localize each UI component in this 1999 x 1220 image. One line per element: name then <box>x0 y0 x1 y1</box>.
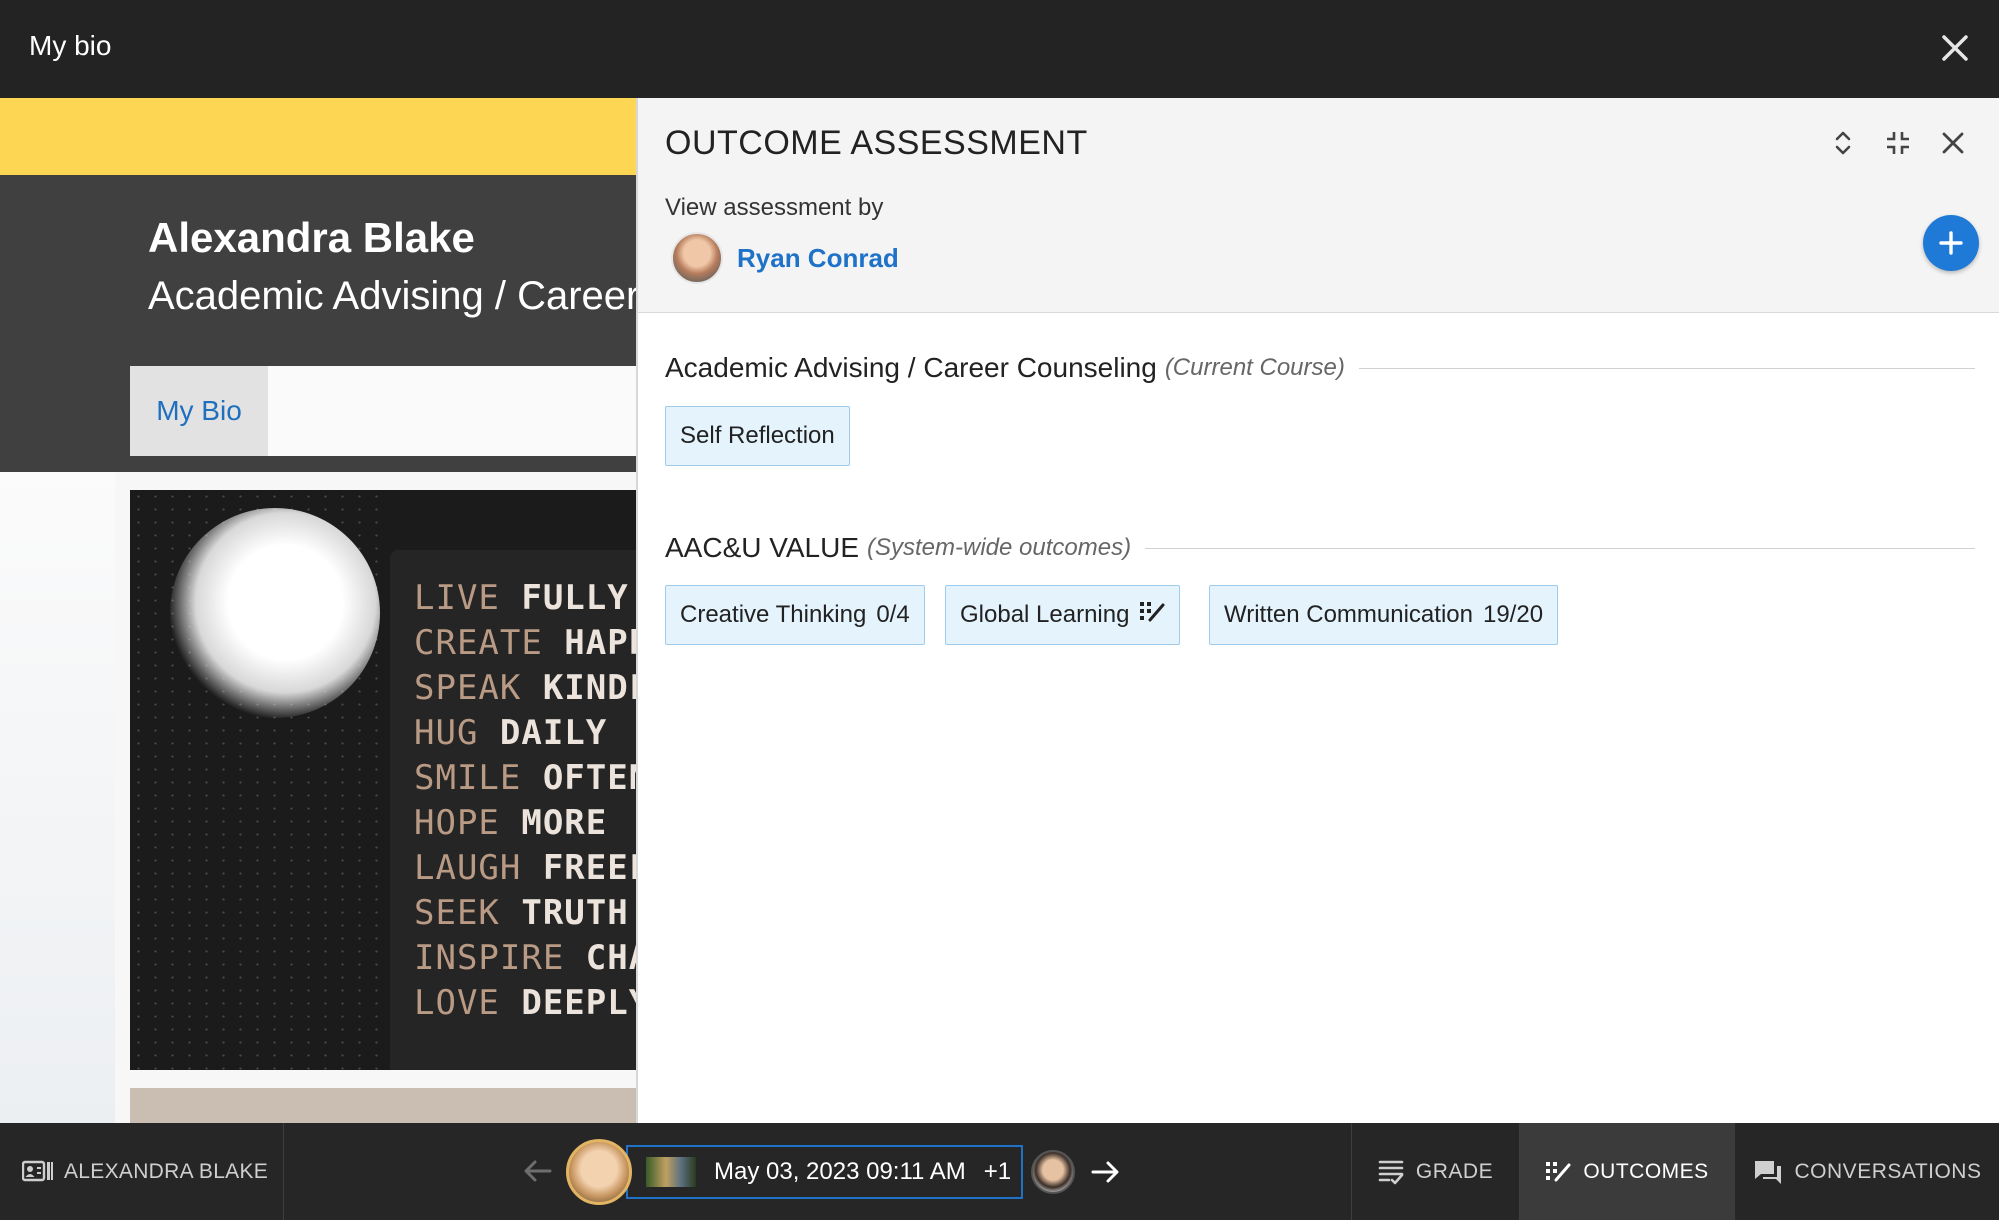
tab-conversations-label: CONVERSATIONS <box>1794 1159 1982 1183</box>
group-name: AAC&U VALUE <box>665 532 859 563</box>
tab-conversations[interactable]: CONVERSATIONS <box>1734 1123 1999 1220</box>
bio-photo: LIVE FULLY CREATE HAPPY SPEAK KINDLY HUG… <box>130 490 640 1070</box>
panel-title: OUTCOME ASSESSMENT <box>665 124 1088 162</box>
tab-outcomes-label: OUTCOMES <box>1583 1159 1709 1183</box>
student-name: ALEXANDRA BLAKE <box>64 1159 269 1183</box>
next-arrow-icon[interactable] <box>1087 1154 1123 1190</box>
outcome-chip-global-learning[interactable]: Global Learning <box>945 585 1181 645</box>
bio-banner <box>0 98 640 175</box>
assessor-avatar-small[interactable] <box>1031 1150 1076 1194</box>
student-avatar[interactable] <box>566 1139 632 1205</box>
submission-date: May 03, 2023 09:11 AM <box>714 1158 966 1185</box>
bio-page: Alexandra Blake Academic Advising / Care… <box>0 98 640 1123</box>
outcomes-icon <box>1139 600 1165 631</box>
outcome-assessment-panel: OUTCOME ASSESSMENT View assessment by Ry… <box>636 98 1999 1123</box>
outcomes-icon <box>1546 1161 1571 1181</box>
group-divider <box>1145 547 1975 549</box>
tab-grade-label: GRADE <box>1415 1159 1494 1183</box>
tab-grade[interactable]: GRADE <box>1351 1123 1519 1220</box>
view-assessment-by-label: View assessment by <box>665 194 884 221</box>
expand-vertical-icon[interactable] <box>1825 125 1861 161</box>
submission-timeline: May 03, 2023 09:11 AM +1 <box>566 1139 1123 1205</box>
bio-photo-2 <box>130 1088 640 1123</box>
chip-label: Self Reflection <box>680 422 835 449</box>
bio-side-image <box>0 472 115 1123</box>
outcome-group-course: Academic Advising / Career Counseling (C… <box>665 352 1975 384</box>
assessor-avatar <box>671 232 723 284</box>
group-divider <box>1358 367 1975 369</box>
close-panel-icon[interactable] <box>1935 125 1971 161</box>
panel-header: OUTCOME ASSESSMENT View assessment by Ry… <box>638 98 1999 313</box>
chip-score: 19/20 <box>1482 601 1544 628</box>
bio-student-name: Alexandra Blake <box>148 214 475 261</box>
id-card-icon <box>22 1160 53 1181</box>
bottom-bar: ALEXANDRA BLAKE May 03, 2023 09:11 AM +1… <box>0 1123 1999 1220</box>
plus-icon <box>1939 231 1963 255</box>
bio-course-name: Academic Advising / Career Counseling <box>148 274 640 318</box>
student-selector[interactable]: ALEXANDRA BLAKE <box>0 1123 284 1220</box>
chip-label: Written Communication <box>1224 601 1473 628</box>
outcome-chip-self-reflection[interactable]: Self Reflection <box>665 406 850 466</box>
chip-label: Creative Thinking <box>680 601 867 628</box>
previous-arrow-icon[interactable] <box>520 1153 556 1189</box>
tab-my-bio[interactable]: My Bio <box>130 366 268 456</box>
extra-count: +1 <box>983 1158 1012 1185</box>
group-subtitle: (Current Course) <box>1164 354 1345 381</box>
title-bar: My bio <box>0 0 1999 98</box>
conversations-icon <box>1754 1160 1781 1184</box>
tab-outcomes[interactable]: OUTCOMES <box>1519 1123 1734 1220</box>
assessor-name[interactable]: Ryan Conrad <box>737 243 899 274</box>
chip-score: 0/4 <box>876 601 910 628</box>
group-subtitle: (System-wide outcomes) <box>867 534 1132 561</box>
window-title: My bio <box>29 30 112 61</box>
minimize-icon[interactable] <box>1880 125 1916 161</box>
outcome-chip-written-communication[interactable]: Written Communication 19/20 <box>1209 585 1559 645</box>
submission-thumbnail <box>646 1157 696 1187</box>
close-window-icon[interactable] <box>1933 26 1977 70</box>
outcome-chip-creative-thinking[interactable]: Creative Thinking 0/4 <box>665 585 925 645</box>
chip-label: Global Learning <box>960 601 1130 628</box>
assessor[interactable]: Ryan Conrad <box>671 232 899 284</box>
grade-icon <box>1378 1160 1404 1184</box>
group-name: Academic Advising / Career Counseling <box>665 352 1157 383</box>
add-assessment-button[interactable] <box>1923 215 1979 271</box>
outcome-group-aacu: AAC&U VALUE (System-wide outcomes) <box>665 532 1975 564</box>
submission-date-selector[interactable]: May 03, 2023 09:11 AM +1 <box>626 1145 1024 1199</box>
